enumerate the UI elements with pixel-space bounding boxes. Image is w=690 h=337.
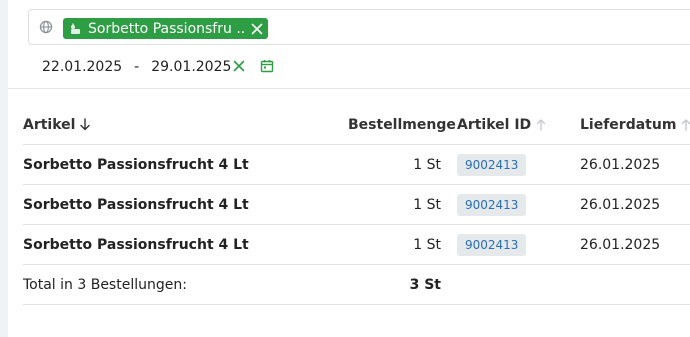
filter-chip[interactable]: Sorbetto Passionsfru ... — [63, 18, 268, 39]
filter-input-box[interactable]: Sorbetto Passionsfru ... — [28, 9, 690, 45]
delivery-date: 26.01.2025 — [580, 197, 661, 213]
order-quantity: 1 St — [413, 157, 441, 173]
filter-chip-label: Sorbetto Passionsfru ... — [88, 20, 246, 37]
column-header-label: Artikel ID — [457, 117, 532, 133]
section-divider — [8, 88, 690, 89]
column-header-lieferdatum[interactable]: Lieferdatum — [580, 117, 690, 133]
chip-remove-button[interactable] — [248, 20, 266, 38]
date-range[interactable]: 22.01.2025 - 29.01.2025 — [42, 58, 231, 76]
delivery-date: 26.01.2025 — [580, 237, 661, 253]
table-row[interactable]: Sorbetto Passionsfrucht 4 Lt 1 St 900241… — [8, 145, 690, 185]
arrow-up-icon — [537, 119, 546, 131]
article-name: Sorbetto Passionsfrucht 4 Lt — [23, 197, 249, 213]
column-header-label: Bestellmenge — [348, 117, 456, 133]
delivery-date: 26.01.2025 — [580, 157, 661, 173]
order-quantity: 1 St — [413, 197, 441, 213]
order-quantity: 1 St — [413, 237, 441, 253]
date-from[interactable]: 22.01.2025 — [42, 59, 122, 75]
article-id-badge[interactable]: 9002413 — [457, 154, 527, 176]
total-quantity: 3 St — [409, 277, 441, 293]
close-icon[interactable] — [232, 59, 246, 73]
close-icon — [251, 23, 263, 34]
date-to[interactable]: 29.01.2025 — [151, 59, 231, 75]
content-panel: Sorbetto Passionsfru ... 22.01.2025 - 29… — [8, 0, 690, 337]
total-label: Total in 3 Bestellungen: — [23, 277, 187, 293]
calendar-icon[interactable] — [260, 59, 274, 73]
globe-icon — [39, 20, 53, 34]
date-separator: - — [134, 59, 140, 75]
article-id-badge[interactable]: 9002413 — [457, 194, 527, 216]
column-header-label: Lieferdatum — [580, 117, 677, 133]
arrow-up-icon — [682, 119, 690, 131]
article-name: Sorbetto Passionsfrucht 4 Lt — [23, 157, 249, 173]
table-row[interactable]: Sorbetto Passionsfrucht 4 Lt 1 St 900241… — [8, 185, 690, 225]
arrow-down-icon — [80, 118, 91, 131]
total-row: Total in 3 Bestellungen: 3 St — [8, 265, 690, 305]
column-header-label: Artikel — [23, 117, 76, 133]
column-header-bestellmenge[interactable]: Bestellmenge — [348, 117, 456, 133]
row-divider — [23, 304, 690, 305]
article-name: Sorbetto Passionsfrucht 4 Lt — [23, 237, 249, 253]
column-header-artikel-id[interactable]: Artikel ID — [457, 117, 547, 133]
article-id-badge[interactable]: 9002413 — [457, 234, 527, 256]
table-row[interactable]: Sorbetto Passionsfrucht 4 Lt 1 St 900241… — [8, 225, 690, 265]
column-header-artikel[interactable]: Artikel — [23, 117, 91, 133]
ice-cream-icon — [71, 23, 80, 34]
